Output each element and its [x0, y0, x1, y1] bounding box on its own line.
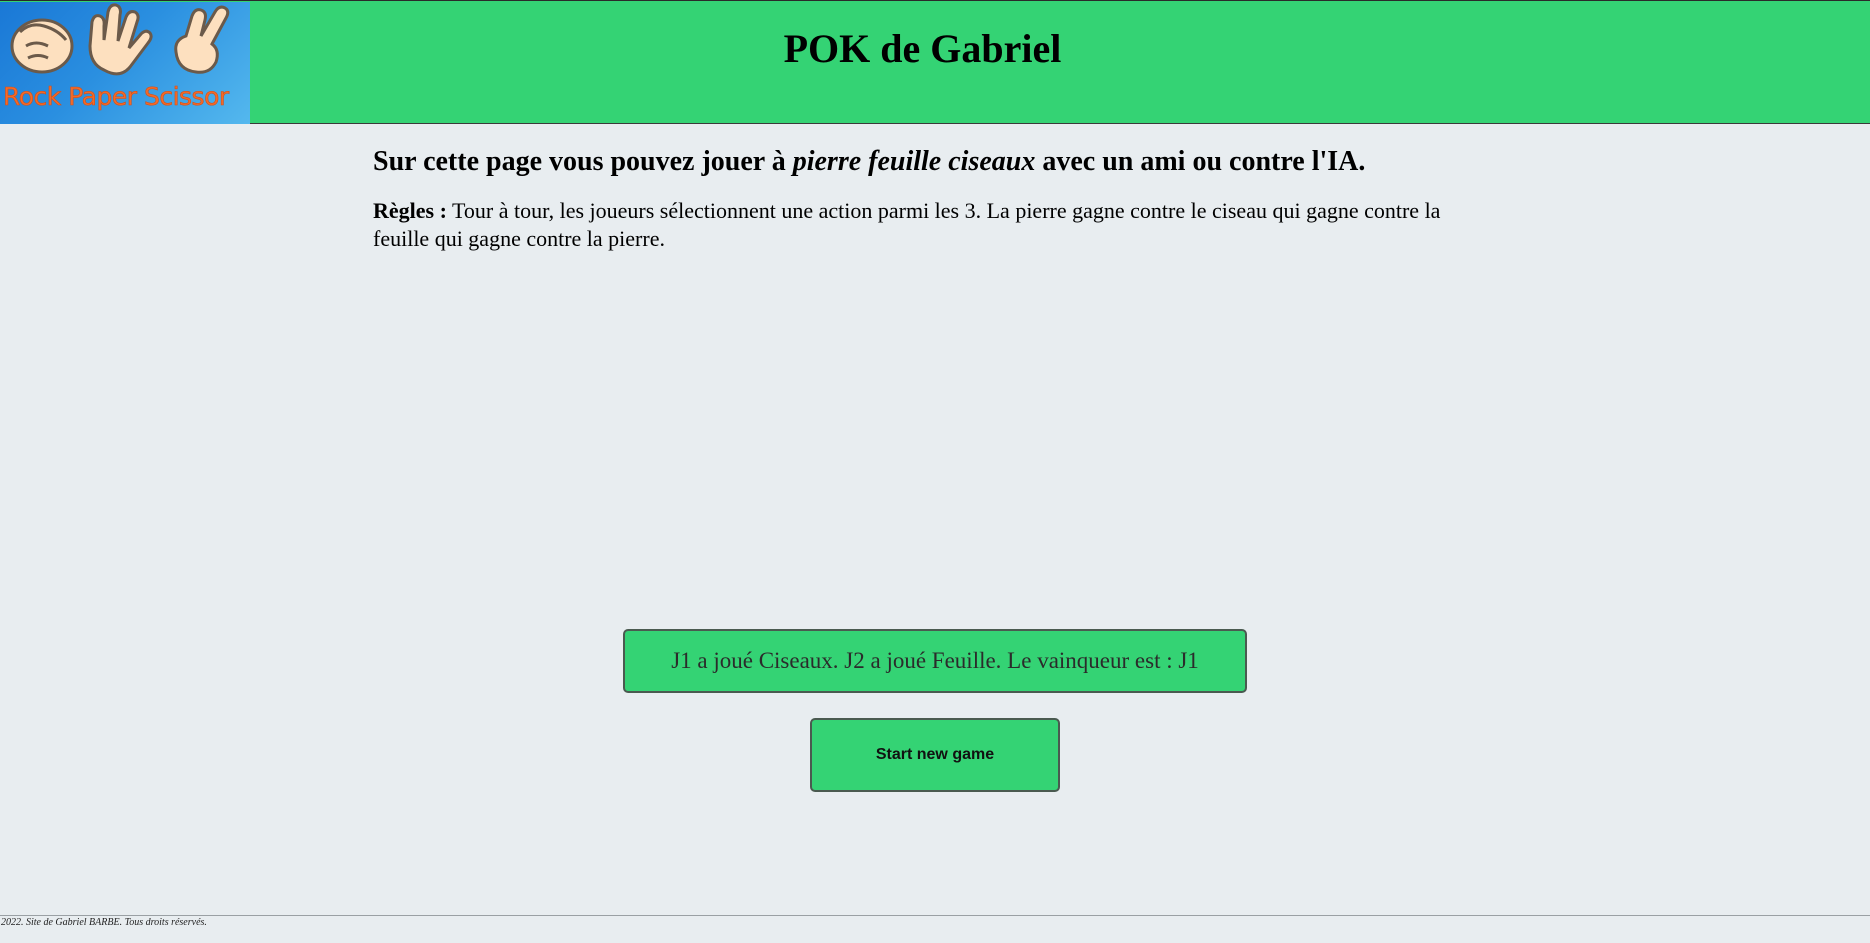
- rules-paragraph: Règles : Tour à tour, les joueurs sélect…: [373, 197, 1493, 253]
- intro-heading-after: avec un ami ou contre l'IA.: [1035, 146, 1366, 177]
- intro-heading: Sur cette page vous pouvez jouer à pierr…: [373, 146, 1493, 178]
- site-title: POK de Gabriel: [783, 26, 1062, 71]
- site-header: Rock Paper Scissor POK de Gabriel: [0, 0, 1870, 124]
- intro-heading-before: Sur cette page vous pouvez jouer à: [373, 146, 793, 177]
- logo-text: Rock Paper Scissor: [3, 82, 230, 112]
- copyright-text: 2022. Site de Gabriel BARBE. Tous droits…: [1, 917, 207, 928]
- rules-label: Règles :: [373, 198, 447, 223]
- site-footer: 2022. Site de Gabriel BARBE. Tous droits…: [0, 915, 1870, 943]
- intro-section: Sur cette page vous pouvez jouer à pierr…: [373, 146, 1493, 253]
- intro-heading-game-name: pierre feuille ciseaux: [792, 146, 1036, 177]
- page: Rock Paper Scissor POK de Gabriel Sur ce…: [0, 0, 1870, 943]
- result-message: J1 a joué Ciseaux. J2 a joué Feuille. Le…: [623, 629, 1247, 693]
- start-new-game-button[interactable]: Start new game: [810, 718, 1060, 792]
- rules-text: Tour à tour, les joueurs sélectionnent u…: [373, 198, 1441, 251]
